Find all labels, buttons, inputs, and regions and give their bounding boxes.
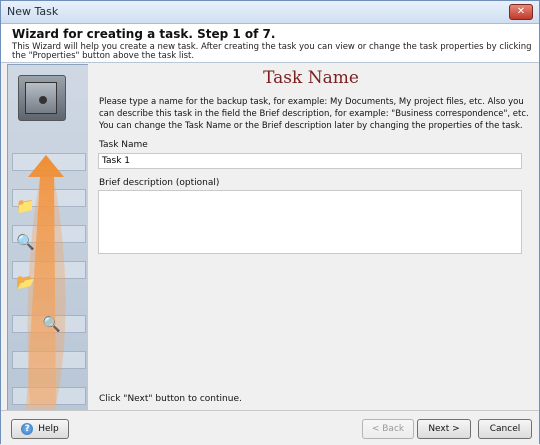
back-button[interactable]: < Back (362, 419, 414, 439)
folder-icon: 📂 (16, 273, 35, 291)
brief-description-label: Brief description (optional) (99, 178, 220, 188)
page-title: Task Name (263, 68, 359, 88)
wizard-content: Task Name Please type a name for the bac… (88, 63, 534, 410)
search-icon: 🔍 (42, 315, 61, 333)
wizard-step-title: Wizard for creating a task. Step 1 of 7. (12, 27, 276, 41)
close-icon: ✕ (516, 6, 526, 17)
task-name-label: Task Name (99, 140, 148, 150)
wizard-window: New Task ✕ Wizard for creating a task. S… (0, 0, 540, 445)
wizard-step-description: This Wizard will help you create a new t… (12, 42, 532, 61)
close-button[interactable]: ✕ (509, 4, 533, 20)
task-name-field[interactable]: Task 1 (98, 153, 522, 169)
help-icon: ? (21, 422, 34, 435)
window-title: New Task (7, 5, 59, 18)
continue-hint: Click "Next" button to continue. (99, 394, 242, 404)
cancel-button[interactable]: Cancel (478, 419, 532, 439)
wizard-footer: ? Help < Back Next > Cancel (1, 410, 539, 445)
help-button-label: Help (38, 424, 59, 434)
help-button[interactable]: ? Help (11, 419, 69, 439)
folder-icon: 📁 (16, 197, 35, 215)
title-bar: New Task ✕ (1, 1, 539, 24)
wizard-header: Wizard for creating a task. Step 1 of 7.… (1, 24, 539, 63)
page-description: Please type a name for the backup task, … (99, 97, 529, 131)
search-icon: 🔍 (16, 233, 35, 251)
next-button[interactable]: Next > (417, 419, 471, 439)
brief-description-field[interactable] (98, 190, 522, 254)
wizard-side-illustration: 📁 🔍 📂 🔍 (7, 64, 89, 412)
safe-icon (18, 75, 66, 121)
